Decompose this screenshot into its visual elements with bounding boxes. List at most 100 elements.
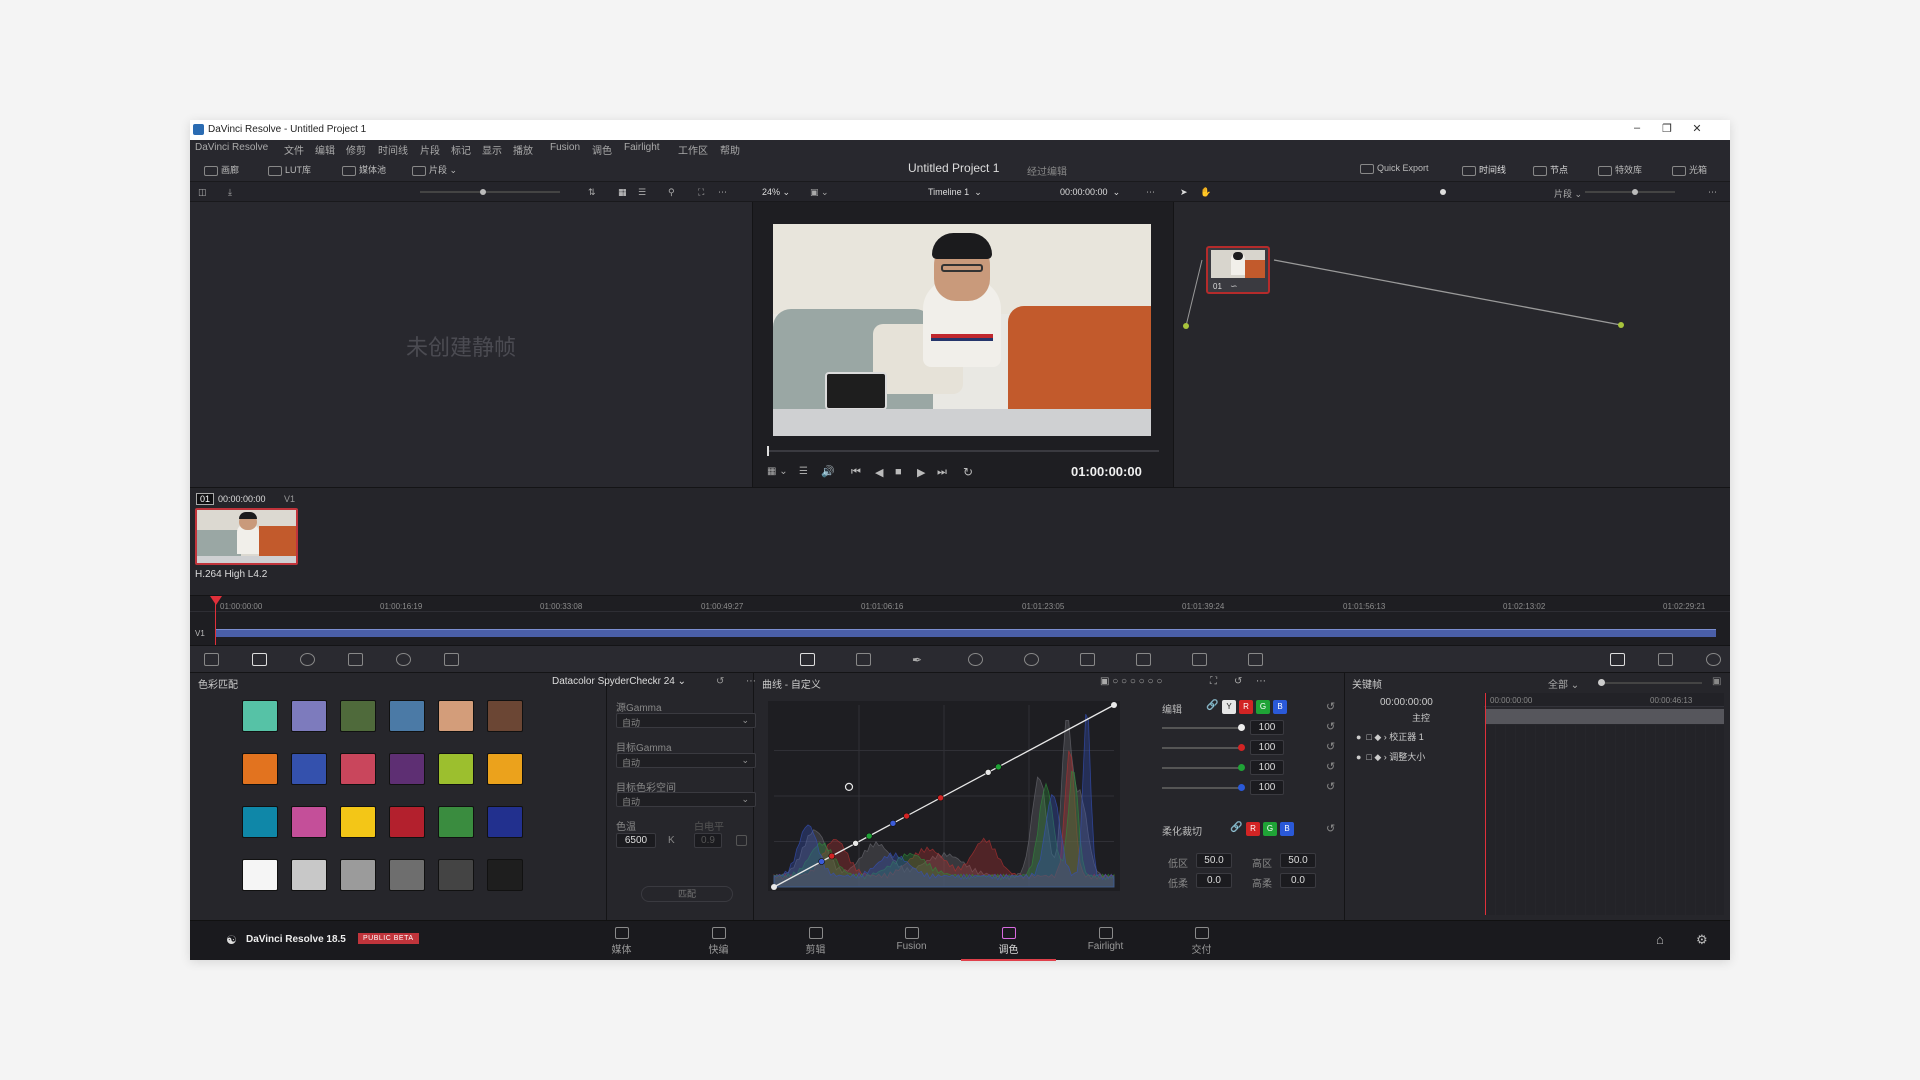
curve-control-point[interactable] <box>818 858 825 865</box>
media-pool-button[interactable]: 媒体池 <box>342 163 386 176</box>
gallery-zoom-knob[interactable] <box>480 189 486 195</box>
home-icon[interactable]: ⌂ <box>1656 932 1664 947</box>
b-intensity-slider[interactable] <box>1162 787 1242 789</box>
node-01[interactable]: 01 ∽ <box>1206 246 1270 294</box>
keyframes-icon[interactable] <box>1610 653 1625 666</box>
page-edit[interactable]: 剪辑 <box>768 921 863 961</box>
timeline-select[interactable]: Timeline 1 ⌄ <box>928 187 982 198</box>
low-soft-value[interactable]: 0.0 <box>1196 873 1232 888</box>
g-slider-knob[interactable] <box>1238 764 1245 771</box>
keyframe-row-corrector[interactable]: ● □ ◆ › 校正器 1 <box>1356 730 1424 743</box>
info-icon[interactable] <box>1706 653 1721 666</box>
reset-icon[interactable]: ↺ <box>716 676 724 687</box>
keyframe-zoom-knob[interactable] <box>1598 679 1605 686</box>
node-zoom-slider[interactable] <box>1585 191 1675 193</box>
r-intensity-slider[interactable] <box>1162 747 1242 749</box>
node-zoom-knob[interactable] <box>1632 189 1638 195</box>
fit-icon[interactable]: ⛶ <box>698 187 704 198</box>
curves-mode-icons[interactable]: ▣ ○ ○ ○ ○ ○ ○ <box>1100 676 1162 687</box>
node-mode-select[interactable]: 片段 ⌄ <box>1554 187 1582 200</box>
viewer-scrubber[interactable] <box>767 450 1159 452</box>
viewer-options-icon[interactable]: ▦ ⌄ <box>767 466 788 477</box>
channel-r-toggle[interactable]: R <box>1239 700 1253 714</box>
hdr-icon[interactable] <box>348 653 363 666</box>
minimize-icon[interactable]: – <box>1623 122 1651 138</box>
search-icon[interactable]: ⚲ <box>668 187 675 198</box>
clips-button[interactable]: 片段 ⌄ <box>412 163 457 176</box>
g-intensity-value[interactable]: 100 <box>1250 760 1284 775</box>
viewer-mode-icon[interactable]: ▣ ⌄ <box>810 187 829 198</box>
low-value[interactable]: 50.0 <box>1196 853 1232 868</box>
viewer-zoom-select[interactable]: 24% ⌄ <box>762 187 790 198</box>
restore-icon[interactable]: ❐ <box>1653 122 1681 138</box>
menu-fusion[interactable]: Fusion <box>550 142 580 153</box>
keyframe-zoom-slider[interactable] <box>1602 682 1702 684</box>
page-media[interactable]: 媒体 <box>574 921 669 961</box>
source-input-dot[interactable] <box>1183 323 1189 329</box>
go-to-end-icon[interactable]: ⏭ <box>937 466 947 479</box>
g-intensity-slider[interactable] <box>1162 767 1242 769</box>
page-fusion[interactable]: Fusion <box>864 921 959 961</box>
qualifier-icon[interactable]: ✒ <box>912 653 927 667</box>
color-match-icon[interactable] <box>252 653 267 666</box>
menu-trim[interactable]: 修剪 <box>346 142 366 157</box>
timeline-toggle[interactable]: 时间线 <box>1462 163 1506 176</box>
soft-clip-b-toggle[interactable]: B <box>1280 822 1294 836</box>
go-to-start-icon[interactable]: ⏮ <box>851 466 861 479</box>
nodes-toggle[interactable]: 节点 <box>1533 163 1568 176</box>
y-slider-knob[interactable] <box>1238 724 1245 731</box>
keyframe-row-master[interactable]: 主控 <box>1412 711 1430 724</box>
menu-workspace[interactable]: 工作区 <box>678 142 708 157</box>
menu-file[interactable]: 文件 <box>284 142 304 157</box>
curve-control-point[interactable] <box>865 832 873 840</box>
curves-more-icon[interactable]: ⋯ <box>1256 676 1266 687</box>
curves-reset-icon[interactable]: ↺ <box>1234 676 1242 687</box>
high-value[interactable]: 50.0 <box>1280 853 1316 868</box>
curve-control-point[interactable] <box>984 769 992 776</box>
selected-control-point[interactable] <box>844 782 854 792</box>
camera-raw-icon[interactable] <box>204 653 219 666</box>
volume-icon[interactable]: 🔊 <box>821 465 835 478</box>
page-fairlight[interactable]: Fairlight <box>1058 921 1153 961</box>
menu-view[interactable]: 显示 <box>482 142 502 157</box>
b-slider-knob[interactable] <box>1238 784 1245 791</box>
keyframe-master-track[interactable] <box>1486 709 1724 724</box>
channel-b-toggle[interactable]: B <box>1273 700 1287 714</box>
viewer-more-icon[interactable]: ⋯ <box>1146 187 1155 198</box>
white-level-checkbox[interactable] <box>736 835 747 846</box>
motion-effects-icon[interactable] <box>444 653 459 666</box>
target-gamma-select[interactable]: 自动 ⌄ <box>616 753 756 768</box>
pointer-tool-icon[interactable]: ➤ <box>1180 187 1188 198</box>
gallery-zoom-slider[interactable] <box>420 191 560 193</box>
key-icon[interactable] <box>1192 653 1207 666</box>
menu-davinci[interactable]: DaVinci Resolve <box>195 142 268 153</box>
keyframe-expand-icon[interactable]: ▣ <box>1712 676 1721 687</box>
y-intensity-slider[interactable] <box>1162 727 1242 729</box>
playhead-marker[interactable] <box>210 596 222 605</box>
grab-still-icon[interactable]: ⤓ <box>228 187 232 198</box>
match-button[interactable]: 匹配 <box>641 886 733 902</box>
b-intensity-value[interactable]: 100 <box>1250 780 1284 795</box>
settings-gear-icon[interactable]: ⚙ <box>1696 932 1708 948</box>
color-warper-icon[interactable] <box>856 653 871 666</box>
menu-edit[interactable]: 编辑 <box>315 142 335 157</box>
menu-help[interactable]: 帮助 <box>720 142 740 157</box>
rgb-mixer-icon[interactable] <box>396 653 411 666</box>
menu-color[interactable]: 调色 <box>592 142 612 157</box>
keyframe-row-sizing[interactable]: ● □ ◆ › 调整大小 <box>1356 750 1425 763</box>
curve-control-point[interactable] <box>828 852 836 860</box>
keyframe-tracks[interactable] <box>1486 725 1724 915</box>
curves-icon[interactable] <box>800 653 815 666</box>
effects-toggle[interactable]: 特效库 <box>1598 163 1642 176</box>
page-color[interactable]: 调色 <box>961 921 1056 961</box>
close-icon[interactable]: ✕ <box>1683 122 1711 138</box>
channel-g-toggle[interactable]: G <box>1256 700 1270 714</box>
menu-timeline[interactable]: 时间线 <box>378 142 408 157</box>
b-reset-icon[interactable]: ↺ <box>1326 780 1335 793</box>
lightbox-toggle[interactable]: 光箱 <box>1672 163 1707 176</box>
soft-clip-reset-icon[interactable]: ↺ <box>1326 822 1335 835</box>
loop-icon[interactable]: ↻ <box>963 465 973 479</box>
list-view-icon[interactable]: ☰ <box>638 187 646 198</box>
y-intensity-value[interactable]: 100 <box>1250 720 1284 735</box>
output-dot[interactable] <box>1618 322 1624 328</box>
